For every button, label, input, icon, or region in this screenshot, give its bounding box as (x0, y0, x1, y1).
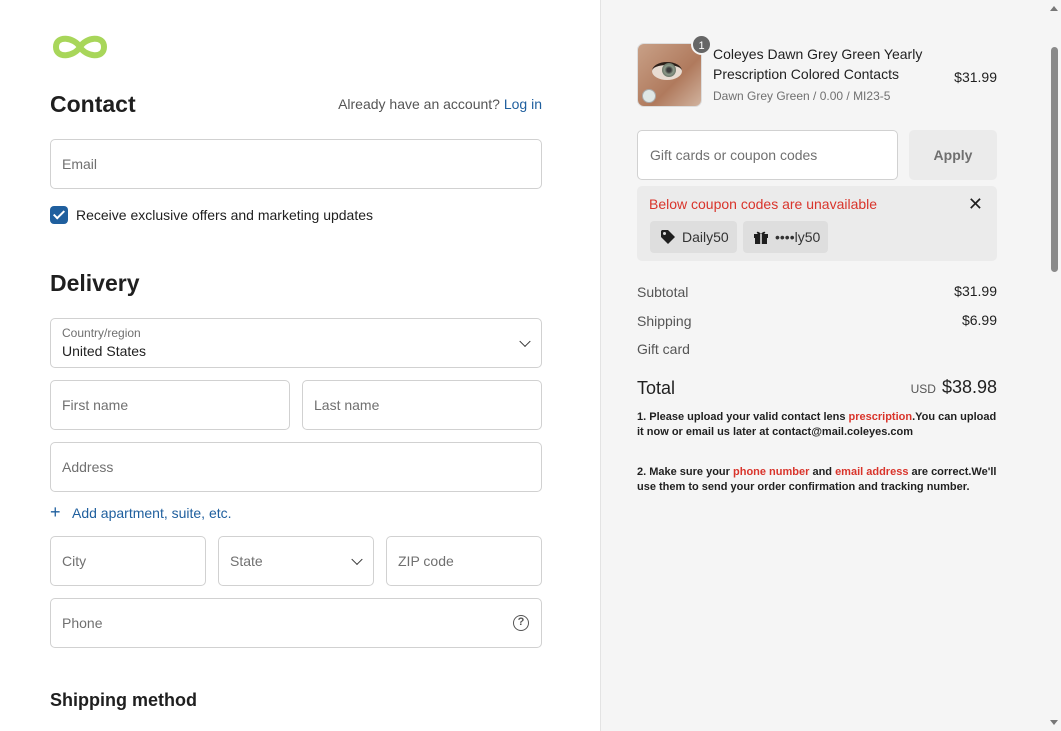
note2-text-b: and (809, 466, 836, 478)
add-apartment-label: Add apartment, suite, etc. (72, 505, 232, 521)
address-placeholder: Address (62, 459, 114, 475)
zip-placeholder: ZIP code (398, 553, 454, 569)
marketing-label[interactable]: Receive exclusive offers and marketing u… (76, 207, 373, 223)
email-address-text: email address (835, 466, 909, 478)
country-label: Country/region (62, 326, 141, 340)
gift-card-chip[interactable]: ••••ly50 (743, 221, 829, 253)
email-field[interactable]: Email (50, 139, 542, 189)
delivery-heading: Delivery (50, 270, 140, 296)
gift-card-label: Gift card (637, 341, 690, 357)
account-prompt-text: Already have an account? (338, 96, 500, 112)
gift-card-chip-label: ••••ly50 (775, 229, 821, 245)
subtotal-label: Subtotal (637, 284, 689, 300)
total-value-group: USD $38.98 (911, 377, 997, 398)
plus-icon: + (50, 502, 61, 522)
email-placeholder: Email (62, 156, 98, 172)
note2-text-a: 2. Make sure your (637, 466, 733, 478)
last-name-placeholder: Last name (314, 397, 380, 413)
apply-button[interactable]: Apply (909, 130, 997, 180)
shipping-method-heading: Shipping method (50, 690, 197, 710)
order-summary: 1 Coleyes Dawn Grey Green Yearly Prescri… (600, 0, 1061, 731)
state-select[interactable]: State (218, 536, 374, 586)
coupon-alert-message: Below coupon codes are unavailable (649, 196, 878, 212)
product-variant: Dawn Grey Green / 0.00 / MI23-5 (713, 89, 891, 103)
country-value: United States (62, 343, 147, 359)
first-name-field[interactable]: First name (50, 380, 290, 430)
currency-code: USD (910, 382, 936, 396)
coupon-alert: Below coupon codes are unavailable ✕ Dai… (637, 186, 997, 261)
city-field[interactable]: City (50, 536, 206, 586)
product-price: $31.99 (954, 69, 997, 85)
country-select[interactable]: Country/region United States (50, 318, 542, 368)
add-apartment-link[interactable]: + Add apartment, suite, etc. (50, 502, 232, 522)
account-prompt: Already have an account? Log in (338, 96, 542, 112)
scroll-up-icon[interactable] (1050, 6, 1058, 11)
tag-icon (661, 230, 675, 244)
prescription-link[interactable]: prescription (849, 411, 913, 423)
help-icon[interactable]: ? (513, 615, 529, 631)
contact-heading: Contact (50, 91, 136, 117)
zip-field[interactable]: ZIP code (386, 536, 542, 586)
state-placeholder: State (230, 553, 263, 569)
last-name-field[interactable]: Last name (302, 380, 542, 430)
note1-text-a: 1. Please upload your valid contact lens (637, 411, 849, 423)
phone-placeholder: Phone (62, 615, 103, 631)
shipping-label: Shipping (637, 313, 692, 329)
confirm-note: 2. Make sure your phone number and email… (637, 465, 997, 495)
coupon-chip[interactable]: Daily50 (650, 221, 737, 253)
quantity-badge: 1 (691, 34, 712, 55)
address-field[interactable]: Address (50, 442, 542, 492)
coupon-input[interactable]: Gift cards or coupon codes (637, 130, 898, 180)
lens-image (642, 89, 656, 103)
phone-number-text: phone number (733, 466, 810, 478)
first-name-placeholder: First name (62, 397, 129, 413)
chevron-down-icon (519, 335, 531, 348)
gift-icon (754, 231, 768, 244)
coupon-placeholder: Gift cards or coupon codes (650, 147, 818, 163)
marketing-checkbox[interactable] (50, 206, 68, 224)
coupon-chip-label: Daily50 (682, 229, 729, 245)
shipping-value: $6.99 (961, 312, 997, 328)
total-value: $38.98 (941, 377, 997, 397)
checkout-form: Contact Already have an account? Log in … (0, 0, 600, 731)
login-link[interactable]: Log in (504, 96, 542, 112)
product-thumbnail (637, 43, 702, 107)
subtotal-value: $31.99 (954, 283, 997, 299)
upload-note: 1. Please upload your valid contact lens… (637, 410, 997, 440)
chevron-down-icon (351, 553, 363, 566)
phone-field[interactable]: Phone ? (50, 598, 542, 648)
scrollbar[interactable] (1047, 0, 1061, 731)
total-label: Total (637, 378, 676, 398)
close-icon[interactable]: ✕ (968, 194, 983, 215)
scrollbar-thumb[interactable] (1051, 47, 1058, 272)
iris-image (662, 63, 676, 77)
product-title: Coleyes Dawn Grey Green Yearly Prescript… (713, 46, 923, 82)
coleyes-logo-icon[interactable] (50, 31, 110, 63)
city-placeholder: City (62, 553, 87, 569)
scroll-down-icon[interactable] (1050, 720, 1058, 725)
